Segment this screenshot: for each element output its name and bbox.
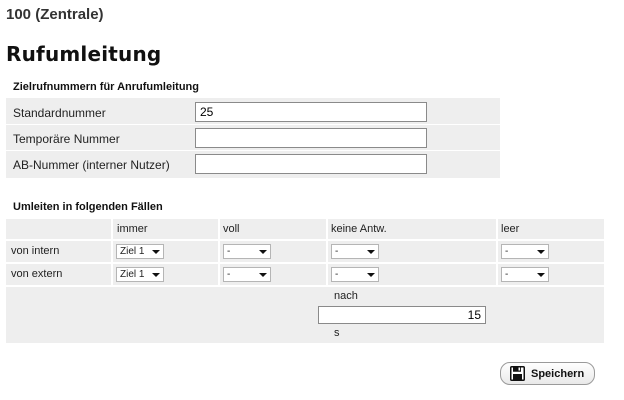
select-value: - [335, 269, 339, 280]
row-label-extern: von extern [11, 268, 63, 280]
save-button[interactable]: Speichern [500, 362, 595, 385]
column-divider [111, 219, 113, 285]
floppy-disk-icon [510, 366, 525, 381]
chevron-down-icon [152, 273, 160, 277]
column-header-leer: leer [501, 223, 520, 235]
target-label-voicemail: AB-Nummer (interner Nutzer) [13, 158, 170, 172]
delay-seconds-input[interactable] [318, 306, 486, 324]
chevron-down-icon [259, 273, 267, 277]
intern-leer-select[interactable]: - [501, 244, 549, 259]
column-header-voll: voll [223, 223, 240, 235]
row-divider [6, 285, 604, 287]
forwarding-table: immer voll keine Antw. leer von intern Z… [6, 219, 604, 343]
voicemail-number-input[interactable] [195, 154, 427, 174]
extern-immer-select[interactable]: Ziel 1 [116, 267, 164, 282]
target-row-temporary: Temporäre Nummer [6, 126, 500, 151]
column-divider [218, 219, 220, 285]
select-value: - [227, 246, 231, 257]
chevron-down-icon [367, 250, 375, 254]
delay-label: nach [334, 290, 358, 302]
targets-section-title: Zielrufnummern für Anrufumleitung [13, 81, 199, 93]
select-value: - [335, 246, 339, 257]
row-divider [6, 239, 604, 241]
delay-unit: s [334, 327, 340, 339]
chevron-down-icon [367, 273, 375, 277]
target-row-voicemail: AB-Nummer (interner Nutzer) [6, 152, 500, 177]
page-title: Rufumleitung [6, 42, 162, 66]
intern-immer-select[interactable]: Ziel 1 [116, 244, 164, 259]
save-button-label: Speichern [531, 368, 585, 380]
extern-keine-antw-select[interactable]: - [331, 267, 379, 282]
target-label-standard: Standardnummer [13, 106, 106, 120]
chevron-down-icon [537, 273, 545, 277]
chevron-down-icon [152, 250, 160, 254]
column-header-immer: immer [117, 223, 148, 235]
intern-voll-select[interactable]: - [223, 244, 271, 259]
standard-number-input[interactable] [195, 102, 427, 122]
select-value: - [227, 269, 231, 280]
chevron-down-icon [259, 250, 267, 254]
select-value: - [505, 269, 509, 280]
row-label-intern: von intern [11, 245, 60, 257]
select-value: - [505, 246, 509, 257]
extern-voll-select[interactable]: - [223, 267, 271, 282]
extern-leer-select[interactable]: - [501, 267, 549, 282]
temporary-number-input[interactable] [195, 128, 427, 148]
chevron-down-icon [537, 250, 545, 254]
select-value: Ziel 1 [120, 246, 145, 257]
extension-title: 100 (Zentrale) [6, 6, 104, 23]
target-label-temporary: Temporäre Nummer [13, 132, 120, 146]
column-divider [496, 219, 498, 285]
select-value: Ziel 1 [120, 269, 145, 280]
targets-panel: Standardnummer Temporäre Nummer AB-Numme… [6, 98, 500, 178]
intern-keine-antw-select[interactable]: - [331, 244, 379, 259]
target-row-standard: Standardnummer [6, 100, 500, 125]
column-divider [326, 219, 328, 285]
row-divider [6, 262, 604, 264]
forwarding-section-title: Umleiten in folgenden Fällen [13, 201, 163, 213]
column-header-keine-antw: keine Antw. [331, 223, 387, 235]
